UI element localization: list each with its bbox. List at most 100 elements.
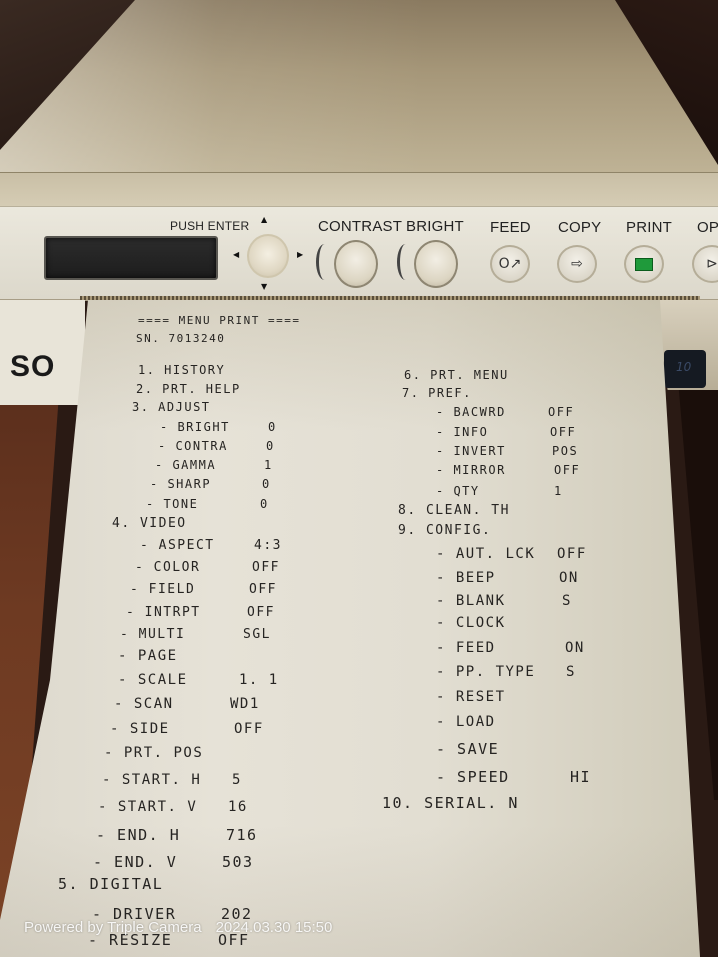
- print-label: PRINT: [626, 219, 672, 236]
- menu-item-name: - RESET: [436, 689, 506, 705]
- menu-item-value: SGL: [243, 627, 271, 642]
- menu-item-value: WD1: [230, 696, 260, 712]
- menu-item-value: ON: [565, 640, 585, 656]
- menu-item-name: - SCALE: [118, 672, 188, 688]
- paper-slot: [80, 296, 700, 300]
- menu-item-value: 503: [222, 853, 254, 871]
- copy-icon: ⇨: [571, 256, 583, 272]
- contrast-arc-icon: [316, 244, 333, 280]
- menu-item-name: - SPEED: [436, 768, 510, 786]
- arrow-left-icon: ◀: [233, 250, 240, 259]
- menu-item-name: - COLOR: [135, 560, 201, 575]
- model-badge-text: 10: [676, 360, 692, 374]
- menu-item-value: 0: [262, 477, 271, 491]
- feed-icon: O↗: [498, 256, 522, 272]
- menu-item-name: - ASPECT: [140, 538, 215, 553]
- menu-item-value: POS: [552, 444, 579, 458]
- menu-item-name: - START. H: [102, 772, 202, 788]
- menu-item-name: - END. H: [96, 826, 181, 844]
- menu-item-name: - CONTRA: [158, 439, 228, 453]
- menu-item-name: - CLOCK: [436, 615, 506, 631]
- menu-item-value: 0: [268, 420, 277, 434]
- menu-section: 1. HISTORY: [138, 363, 226, 377]
- contrast-knob[interactable]: [334, 240, 378, 288]
- menu-item-value: 0: [266, 439, 275, 453]
- menu-item-name: - END. V: [93, 853, 178, 871]
- camera-watermark: Powered by Triple Camera 2024.03.30 15:50: [24, 919, 332, 936]
- feed-label: FEED: [490, 219, 531, 236]
- menu-item-value: OFF: [548, 405, 575, 419]
- copy-label: COPY: [558, 219, 602, 236]
- menu-item-name: - TONE: [146, 497, 199, 511]
- bright-knob[interactable]: [414, 240, 458, 288]
- arrow-down-icon: ▼: [261, 282, 268, 291]
- push-enter-label: PUSH ENTER: [170, 219, 250, 233]
- brand-logo: SO: [10, 350, 56, 383]
- menu-item-name: - LOAD: [436, 714, 496, 730]
- menu-section: 8. CLEAN. TH: [398, 503, 510, 518]
- watermark-timestamp: 2024.03.30 15:50: [215, 919, 333, 936]
- menu-item-value: OFF: [247, 605, 275, 620]
- menu-section: 6. PRT. MENU: [404, 368, 509, 382]
- menu-section: 7. PREF.: [402, 386, 472, 400]
- menu-item-name: - PP. TYPE: [436, 664, 536, 680]
- menu-item-name: - GAMMA: [155, 458, 217, 472]
- menu-item-name: - SIDE: [110, 721, 170, 737]
- open-icon: ⊳: [706, 256, 718, 272]
- model-badge: 10: [664, 350, 706, 388]
- arrow-up-icon: ▲: [261, 215, 268, 224]
- menu-item-value: OFF: [249, 582, 277, 597]
- menu-section: 3. ADJUST: [132, 400, 211, 414]
- menu-item-value: 1: [264, 458, 273, 472]
- navigation-joystick[interactable]: [247, 234, 289, 278]
- menu-item-name: - INFO: [436, 425, 489, 439]
- feed-button[interactable]: O↗: [490, 245, 530, 283]
- menu-item-value: 1: [554, 484, 563, 498]
- menu-item-name: - MIRROR: [436, 463, 506, 477]
- menu-item-value: OFF: [234, 721, 264, 737]
- menu-item-name: - QTY: [436, 484, 480, 498]
- bright-arc-icon: [397, 244, 414, 280]
- menu-item-name: - PAGE: [118, 648, 178, 664]
- menu-item-value: 0: [260, 497, 269, 511]
- menu-item-value: OFF: [550, 425, 577, 439]
- menu-item-name: - SHARP: [150, 477, 212, 491]
- print-button[interactable]: [624, 245, 664, 283]
- menu-item-name: - PRT. POS: [104, 745, 204, 761]
- menu-item-value: 716: [226, 826, 258, 844]
- arrow-right-icon: ▶: [297, 250, 304, 259]
- menu-item-value: S: [566, 664, 576, 680]
- lcd-display: [44, 236, 218, 280]
- menu-item-value: 4:3: [254, 538, 282, 553]
- menu-section: 10. SERIAL. N: [382, 794, 519, 812]
- menu-section: 2. PRT. HELP: [136, 382, 241, 396]
- menu-item-value: 5: [232, 772, 242, 788]
- printout-header: ==== MENU PRINT ====: [138, 314, 301, 327]
- printer-ledge: [0, 172, 718, 209]
- menu-item-name: - BLANK: [436, 593, 506, 609]
- menu-item-name: - FIELD: [130, 582, 196, 597]
- menu-item-name: - BEEP: [436, 570, 496, 586]
- menu-item-value: HI: [570, 768, 592, 786]
- contrast-label: CONTRAST: [318, 218, 403, 235]
- menu-item-value: 1. 1: [239, 672, 279, 688]
- menu-item-value: OFF: [252, 560, 280, 575]
- menu-item-name: - BRIGHT: [160, 420, 230, 434]
- menu-item-value: S: [562, 593, 572, 609]
- menu-item-name: - INTRPT: [126, 605, 201, 620]
- menu-item-name: - START. V: [98, 799, 198, 815]
- print-icon: [635, 257, 653, 271]
- menu-item-name: - FEED: [436, 640, 496, 656]
- printout-serial: SN. 7013240: [136, 332, 226, 345]
- menu-item-value: OFF: [554, 463, 581, 477]
- menu-item-name: - SAVE: [436, 740, 500, 758]
- watermark-text: Powered by Triple Camera: [24, 919, 202, 936]
- menu-item-value: 16: [228, 799, 248, 815]
- open-label: OP: [697, 219, 718, 236]
- menu-item-name: - AUT. LCK: [436, 546, 536, 562]
- menu-item-name: - INVERT: [436, 444, 506, 458]
- menu-item-name: - MULTI: [120, 627, 186, 642]
- menu-section: 4. VIDEO: [112, 516, 187, 531]
- copy-button[interactable]: ⇨: [557, 245, 597, 283]
- menu-item-value: OFF: [557, 546, 587, 562]
